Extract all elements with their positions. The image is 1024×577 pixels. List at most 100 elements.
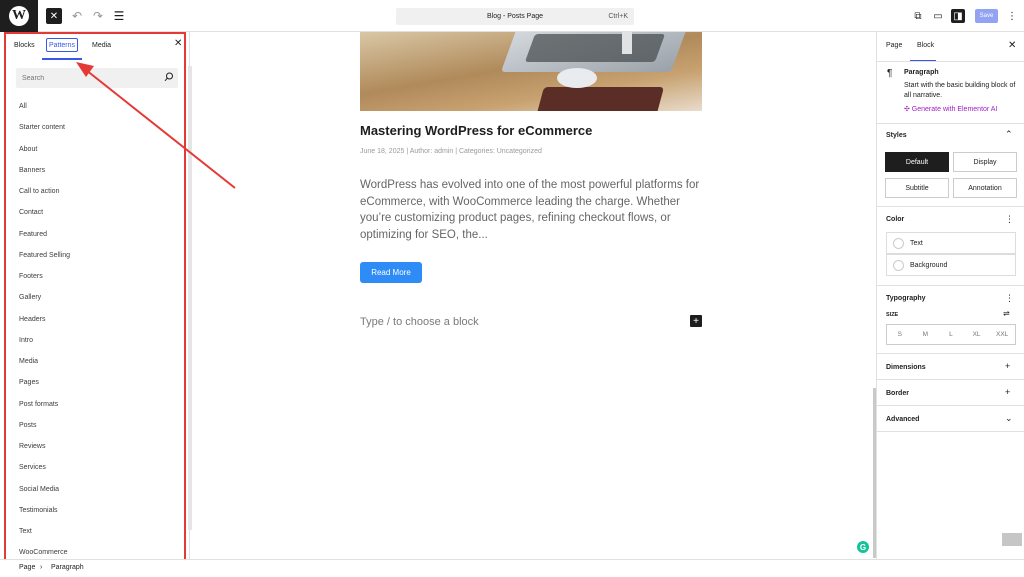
pattern-category-item[interactable]: Featured Selling [19,245,179,266]
close-settings-icon[interactable]: ✕ [1008,40,1016,51]
hero-lamp-shape [622,32,632,54]
pattern-category-item[interactable]: All [19,96,179,117]
pattern-category-item[interactable]: Pages [19,372,179,393]
style-subtitle-button[interactable]: Subtitle [885,178,949,198]
size-xl-option[interactable]: XL [964,325,990,344]
size-s-option[interactable]: S [887,325,913,344]
color-title: Color [886,216,905,223]
pattern-search-input[interactable] [16,68,178,88]
color-text-option[interactable]: Text [886,232,1016,254]
tab-page[interactable]: Page [886,42,902,49]
divider [877,405,1024,406]
floating-tab[interactable] [1002,533,1022,546]
breadcrumb-page[interactable]: Page [19,564,35,571]
pattern-category-item[interactable]: Gallery [19,287,179,308]
divider [877,61,1024,62]
document-title: Blog - Posts Page [486,13,544,20]
styles-title[interactable]: Styles [886,132,907,139]
pattern-category-item[interactable]: Services [19,457,179,478]
grammarly-icon[interactable]: G [857,541,869,553]
breadcrumb-current[interactable]: Paragraph [51,564,84,571]
pattern-category-item[interactable]: About [19,139,179,160]
color-background-option[interactable]: Background [886,254,1016,276]
size-m-option[interactable]: M [913,325,939,344]
divider [877,353,1024,354]
pattern-category-item[interactable]: Posts [19,415,179,436]
pattern-category-item[interactable]: Media [19,351,179,372]
post-title[interactable]: Mastering WordPress for eCommerce [360,123,592,138]
divider [877,431,1024,432]
save-button[interactable]: Save [975,9,998,23]
pattern-category-item[interactable]: Featured [19,224,179,245]
redo-icon[interactable]: ↷ [91,8,105,24]
wordpress-logo-button[interactable]: W [0,0,38,32]
tab-patterns[interactable]: Patterns [46,38,78,52]
pattern-category-item[interactable]: Social Media [19,479,179,500]
wordpress-icon: W [9,6,29,26]
pattern-category-item[interactable]: Intro [19,330,179,351]
color-background-label: Background [910,261,948,269]
inserter-scrollbar[interactable] [188,66,192,530]
divider [877,123,1024,124]
font-size-label: SIZE [886,312,899,318]
block-inserter-panel: Blocks Patterns Media ✕ AllStarter conte… [4,32,192,568]
search-icon[interactable] [164,72,174,82]
options-more-icon[interactable]: ⋮ [1007,9,1017,23]
pattern-category-item[interactable]: Starter content [19,117,179,138]
generate-ai-link[interactable]: ✣ Generate with Elementor AI [904,105,997,113]
border-title: Border [886,390,909,397]
command-bar[interactable]: Blog - Posts Page Ctrl+K [396,8,634,25]
hero-keyboard-shape [524,34,666,62]
pattern-category-list: All Starter content About Banners Call to ac… [19,96,179,564]
active-tab-indicator [42,58,82,60]
typography-title: Typography [886,295,926,302]
style-display-button[interactable]: Display [953,152,1017,172]
pattern-category-item[interactable]: Text [19,521,179,542]
post-excerpt[interactable]: WordPress has evolved into one of the mo… [360,177,705,243]
add-dimensions-icon[interactable]: + [1005,361,1010,371]
post-meta: June 18, 2025 | Author: admin | Categori… [360,148,542,155]
dimensions-title: Dimensions [886,364,926,371]
settings-toggle-icon[interactable]: ◨ [951,9,965,23]
add-block-icon[interactable]: + [690,315,702,327]
collapse-icon[interactable]: ⌃ [1005,129,1013,140]
document-overview-icon[interactable]: ☰ [112,8,126,24]
style-annotation-button[interactable]: Annotation [953,178,1017,198]
block-placeholder[interactable]: Type / to choose a block [360,316,479,328]
editor-topbar: W ✕ ↶ ↷ ☰ Blog - Posts Page Ctrl+K ⧉ ▭ ◨… [0,0,1024,32]
pattern-category-item[interactable]: Banners [19,160,179,181]
color-text-label: Text [910,239,923,247]
add-border-icon[interactable]: + [1005,387,1010,397]
color-options-icon[interactable]: ⋮ [1005,214,1014,225]
pattern-category-item[interactable]: Call to action [19,181,179,202]
featured-image[interactable] [360,32,702,111]
block-breadcrumb: Page › Paragraph [0,559,1024,577]
expand-icon[interactable]: ⌄ [1005,413,1013,424]
divider [877,206,1024,207]
tab-media[interactable]: Media [92,38,111,52]
close-inserter-icon[interactable]: ✕ [174,38,182,49]
typography-options-icon[interactable]: ⋮ [1005,293,1014,304]
pattern-category-item[interactable]: Reviews [19,436,179,457]
device-preview-icon[interactable]: ▭ [931,9,945,23]
color-swatch [893,237,904,249]
inserter-tabs: Blocks Patterns Media ✕ [4,32,190,60]
pattern-category-item[interactable]: Footers [19,266,179,287]
command-shortcut: Ctrl+K [608,13,628,20]
size-l-option[interactable]: L [938,325,964,344]
undo-icon[interactable]: ↶ [70,8,84,24]
tab-blocks[interactable]: Blocks [14,38,35,52]
divider [877,285,1024,286]
advanced-title[interactable]: Advanced [886,416,919,423]
pattern-category-item[interactable]: Contact [19,202,179,223]
size-xxl-option[interactable]: XXL [989,325,1015,344]
tab-block[interactable]: Block [917,42,934,49]
custom-size-icon[interactable]: ⇌ [1003,309,1010,318]
view-page-icon[interactable]: ⧉ [911,9,925,23]
pattern-category-item[interactable]: Testimonials [19,500,179,521]
close-icon[interactable]: ✕ [46,8,62,24]
read-more-button[interactable]: Read More [360,262,422,283]
style-default-button[interactable]: Default [885,152,949,172]
pattern-category-item[interactable]: Post formats [19,394,179,415]
pattern-category-item[interactable]: Headers [19,309,179,330]
